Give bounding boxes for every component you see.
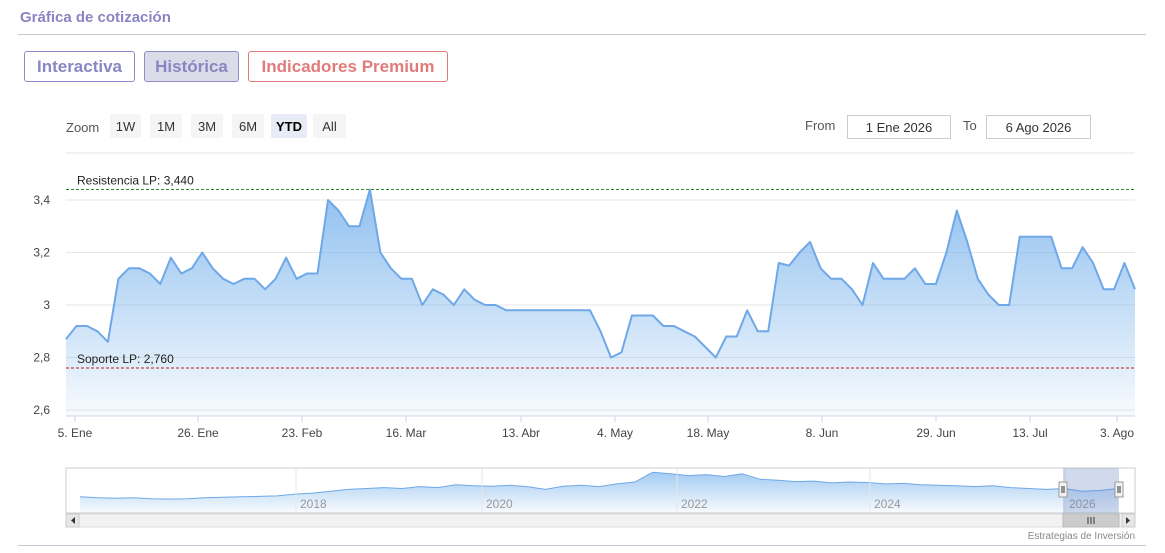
y-tick-label: 3,2 xyxy=(33,246,50,260)
navigator-selection[interactable] xyxy=(1063,468,1119,513)
x-tick-label: 26. Ene xyxy=(177,426,219,440)
x-tick-label: 5. Ene xyxy=(58,426,93,440)
x-tick-label: 23. Feb xyxy=(282,426,323,440)
navigator-tick-label: 2024 xyxy=(874,497,901,511)
x-tick-label: 3. Ago xyxy=(1100,426,1134,440)
y-tick-label: 2,6 xyxy=(33,403,50,417)
x-tick-label: 13. Jul xyxy=(1012,426,1047,440)
x-tick-label: 16. Mar xyxy=(386,426,427,440)
bottom-divider xyxy=(18,545,1146,546)
navigator-tick-label: 2020 xyxy=(486,497,513,511)
navigator-tick-label: 2018 xyxy=(300,497,327,511)
x-tick-label: 29. Jun xyxy=(916,426,955,440)
y-tick-label: 3 xyxy=(43,298,50,312)
y-tick-label: 3,4 xyxy=(33,193,50,207)
scrollbar-track[interactable] xyxy=(65,513,1136,528)
y-tick-label: 2,8 xyxy=(33,351,50,365)
resistance-label: Resistencia LP: 3,440 xyxy=(77,174,194,188)
chart-credit: Estrategias de Inversión xyxy=(1028,531,1135,542)
navigator-tick-label: 2022 xyxy=(681,497,708,511)
navigator-right-handle[interactable] xyxy=(1114,481,1124,498)
support-label: Soporte LP: 2,760 xyxy=(77,352,174,366)
x-tick-label: 13. Abr xyxy=(502,426,540,440)
x-tick-label: 18. May xyxy=(687,426,730,440)
price-area xyxy=(66,189,1135,416)
price-chart: Resistencia LP: 3,440 Soporte LP: 2,760 2… xyxy=(33,152,1136,542)
x-tick-label: 8. Jun xyxy=(806,426,839,440)
navigator-left-handle[interactable] xyxy=(1058,481,1068,498)
x-tick-label: 4. May xyxy=(597,426,633,440)
